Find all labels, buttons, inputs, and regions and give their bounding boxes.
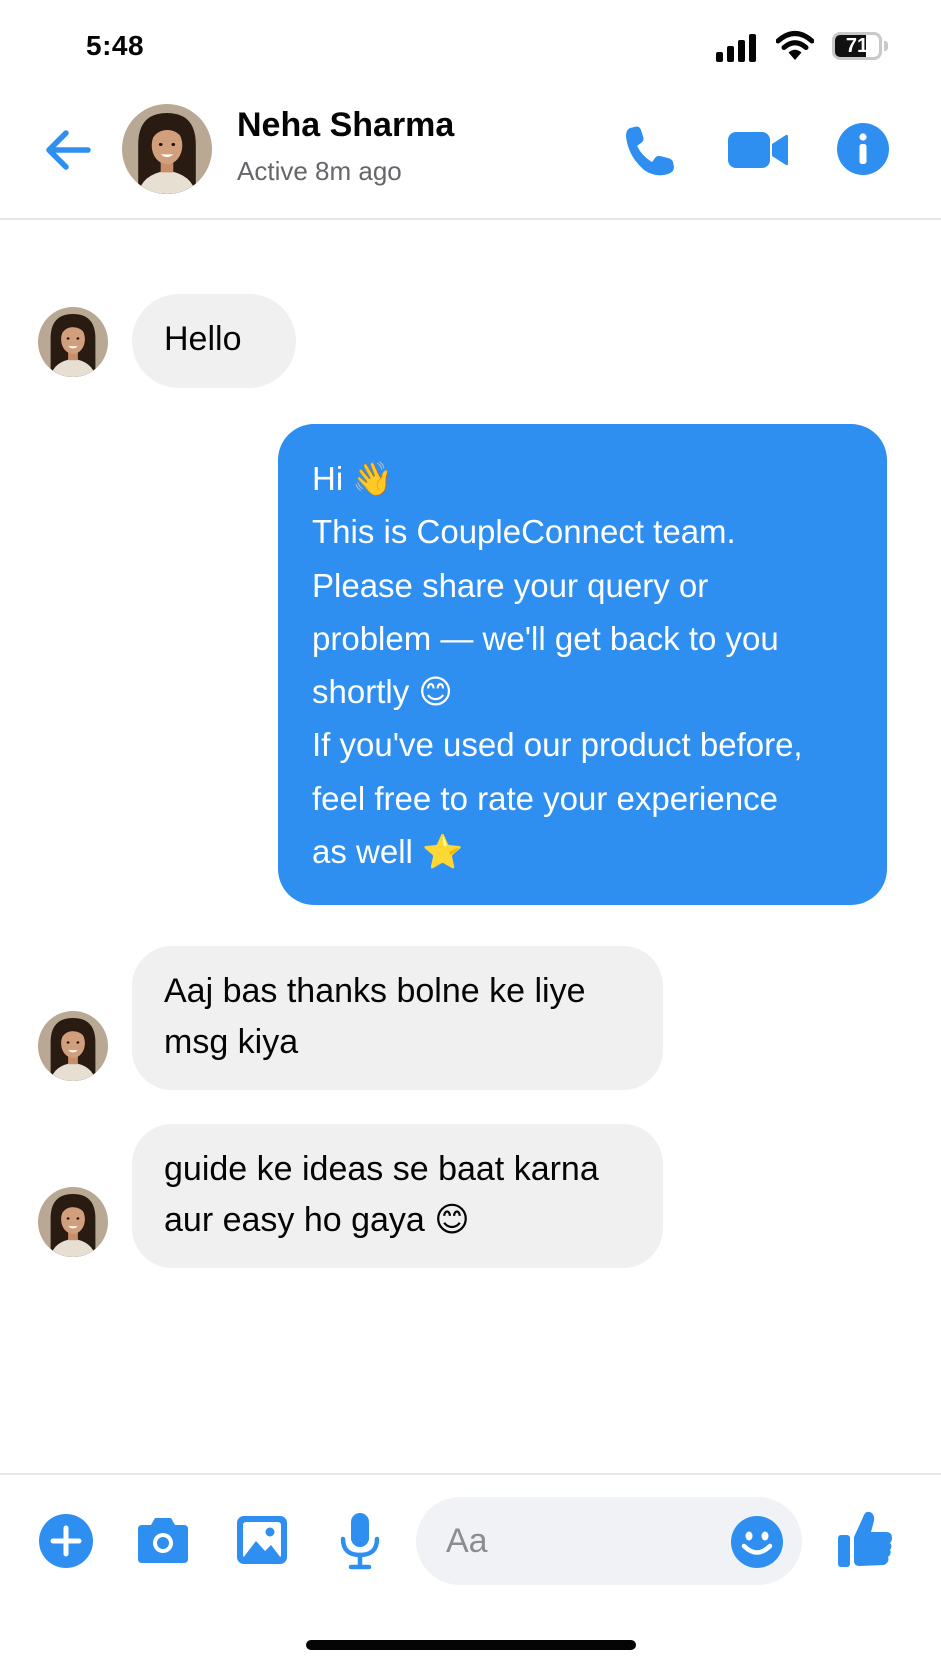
wifi-icon <box>775 30 815 62</box>
thumbs-up-icon <box>838 1511 892 1567</box>
plus-icon <box>39 1514 93 1568</box>
incoming-message-bubble[interactable]: guide ke ideas se baat karna aur easy ho… <box>132 1124 663 1268</box>
message-text: If you've used our product before, <box>312 726 803 764</box>
like-button[interactable] <box>836 1509 894 1571</box>
gallery-button[interactable] <box>234 1513 290 1567</box>
incoming-message-bubble[interactable]: Hello <box>132 294 296 388</box>
battery-percentage: 71 <box>845 35 869 57</box>
message-text: guide ke ideas se baat karna <box>164 1150 599 1188</box>
back-arrow-icon <box>46 130 91 170</box>
message-text: Hi 👋 <box>312 460 394 497</box>
more-actions-button[interactable] <box>38 1513 94 1569</box>
contact-active-status: Active 8m ago <box>237 156 402 186</box>
voice-call-button[interactable] <box>622 122 678 178</box>
conversation-info-button[interactable] <box>836 122 890 176</box>
battery-icon: 71 <box>832 32 888 60</box>
phone-icon <box>626 126 674 176</box>
sender-avatar <box>38 1011 108 1081</box>
sender-avatar <box>38 1187 108 1257</box>
video-call-button[interactable] <box>726 122 790 178</box>
camera-button[interactable] <box>134 1515 192 1567</box>
camera-icon <box>138 1518 188 1563</box>
microphone-icon <box>340 1513 380 1570</box>
voice-message-button[interactable] <box>336 1511 384 1571</box>
message-input[interactable] <box>446 1515 726 1567</box>
message-text: This is CoupleConnect team. <box>312 513 736 551</box>
cellular-signal-icon <box>716 34 758 62</box>
gallery-icon <box>237 1516 287 1564</box>
sender-avatar <box>38 307 108 377</box>
smiley-icon <box>731 1516 783 1568</box>
message-text: feel free to rate your experience <box>312 779 778 817</box>
emoji-picker-button[interactable] <box>730 1515 784 1569</box>
incoming-message-bubble[interactable]: Aaj bas thanks bolne ke liye msg kiya <box>132 946 663 1090</box>
message-text: Please share your query or <box>312 566 709 604</box>
message-text: as well ⭐ <box>312 833 464 871</box>
info-icon <box>837 123 889 175</box>
back-button[interactable] <box>40 122 96 178</box>
message-text: Hello <box>164 320 242 358</box>
video-camera-icon <box>728 132 788 168</box>
message-text: problem — we'll get back to you <box>312 619 779 657</box>
home-indicator <box>306 1640 636 1650</box>
message-input-container <box>416 1497 802 1585</box>
message-text: msg kiya <box>164 1023 299 1061</box>
contact-avatar[interactable] <box>122 104 212 194</box>
message-text: aur easy ho gaya 😊 <box>164 1201 470 1239</box>
status-time: 5:48 <box>86 30 145 61</box>
conversation-header: Neha Sharma Active 8m ago <box>0 92 941 220</box>
message-text: shortly 😊 <box>312 673 453 711</box>
outgoing-message-bubble[interactable]: Hi 👋 This is CoupleConnect team. Please … <box>278 424 887 905</box>
status-bar: 5:48 71 <box>0 0 941 92</box>
contact-name[interactable]: Neha Sharma <box>237 106 454 145</box>
message-text: Aaj bas thanks bolne ke liye <box>164 972 586 1010</box>
